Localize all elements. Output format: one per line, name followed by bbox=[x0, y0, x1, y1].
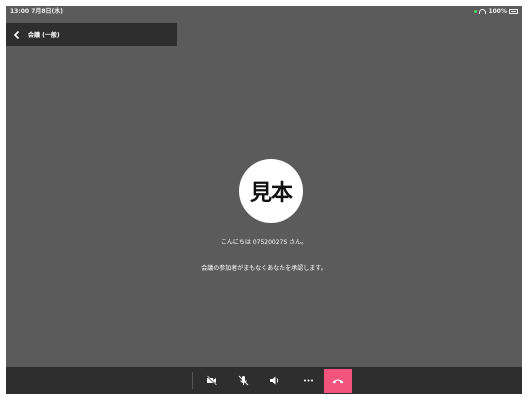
more-options-button[interactable] bbox=[299, 371, 317, 389]
lobby-content: 見本 こんにちは 07520027S さん。 会議の参加者がまもなくあなたを承認… bbox=[6, 6, 522, 394]
call-toolbar bbox=[6, 367, 522, 394]
toolbar-divider bbox=[192, 372, 193, 389]
avatar: 見本 bbox=[239, 159, 303, 223]
greeting-text: こんにちは 07520027S さん。 bbox=[220, 239, 308, 246]
mic-off-icon bbox=[238, 375, 248, 385]
camera-toggle-button[interactable] bbox=[202, 371, 220, 389]
video-off-icon bbox=[206, 375, 217, 385]
hang-up-icon bbox=[332, 379, 344, 384]
avatar-text: 見本 bbox=[249, 181, 293, 206]
mic-toggle-button[interactable] bbox=[234, 371, 252, 389]
more-icon bbox=[303, 379, 313, 381]
speaker-icon bbox=[269, 376, 278, 384]
waiting-message: 会議の参加者がまもなくあなたを承認します。 bbox=[201, 265, 327, 272]
end-call-button[interactable] bbox=[324, 369, 352, 393]
app-window: 13:00 7月8日(水) 100% 会議 (一般) 見本 こんにちは 0752… bbox=[6, 6, 522, 394]
speaker-button[interactable] bbox=[265, 371, 283, 389]
